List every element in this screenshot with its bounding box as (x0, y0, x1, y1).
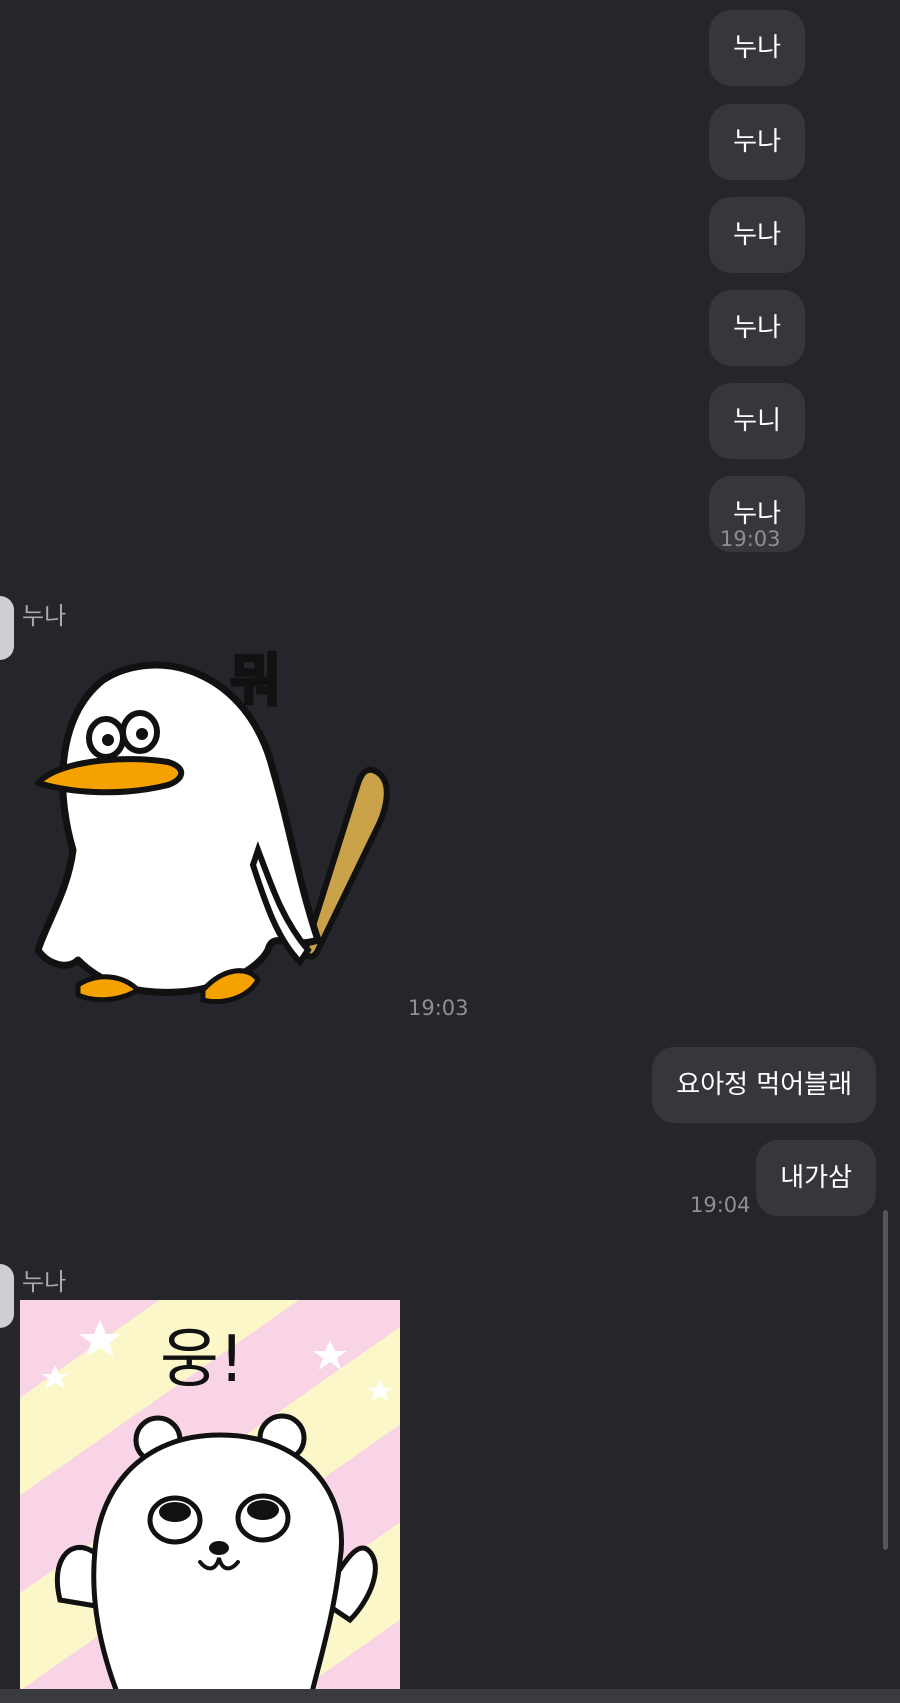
sticker-caption: 웅! (160, 1323, 245, 1397)
sender-name: 누나 (22, 1268, 67, 1296)
sender-avatar[interactable] (0, 596, 14, 660)
message-timestamp: 19:03 (408, 996, 469, 1020)
sender-avatar[interactable] (0, 1264, 14, 1328)
outgoing-message[interactable]: 요아정 먹어블래 (652, 1047, 876, 1123)
outgoing-message[interactable]: 내가삼 (756, 1140, 876, 1216)
outgoing-message[interactable]: 누나 (709, 10, 805, 86)
sender-name: 누나 (22, 602, 67, 630)
outgoing-message[interactable]: 누나 (709, 290, 805, 366)
outgoing-message[interactable]: 누나 (709, 197, 805, 273)
bottom-edge (0, 1689, 900, 1703)
sticker-caption: 뭐 (229, 649, 284, 714)
scrollbar[interactable] (883, 1210, 888, 1550)
penguin-with-bat-icon (34, 661, 390, 1005)
message-timestamp: 19:04 (690, 1193, 751, 1217)
message-timestamp: 19:03 (720, 527, 781, 551)
penguin-sticker[interactable] (18, 650, 398, 1020)
outgoing-message[interactable]: 누니 (709, 383, 805, 459)
outgoing-message[interactable]: 누나 (709, 104, 805, 180)
